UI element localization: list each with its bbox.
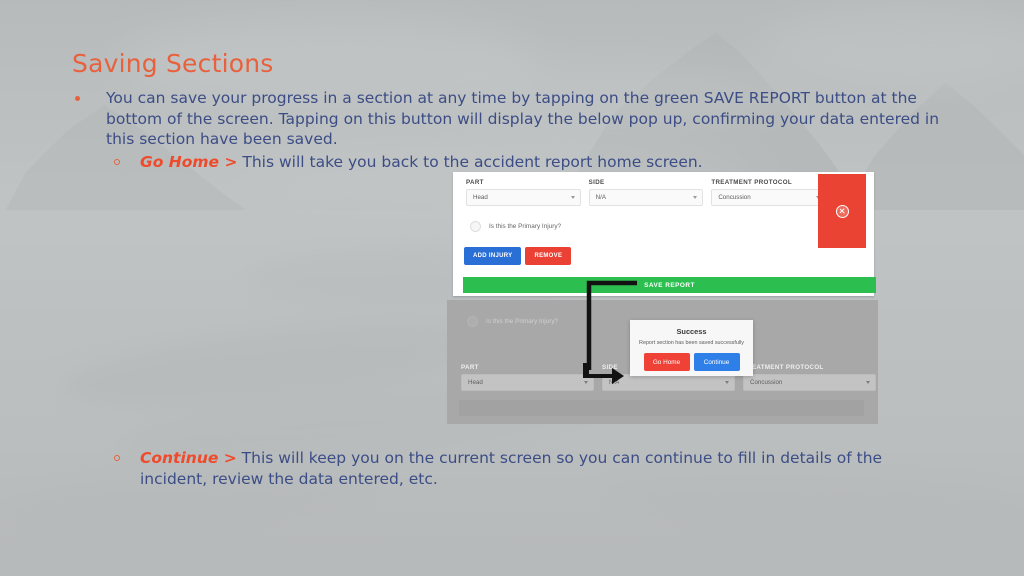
injury-action-buttons: ADD INJURY REMOVE [464, 247, 572, 265]
primary-injury-checkbox-row[interactable]: Is this the Primary Injury? [470, 221, 561, 232]
chevron-down-icon [693, 196, 698, 199]
field-label: TREATMENT PROTOCOL [711, 179, 793, 186]
side-select[interactable]: N/A [588, 189, 704, 206]
continue-button[interactable]: Continue [693, 353, 740, 371]
bullet-text: This will keep you on the current screen… [140, 449, 883, 488]
bullet-dot-icon [75, 96, 80, 101]
checkbox-label: Is this the Primary Injury? [486, 318, 559, 325]
select-value: Concussion [750, 379, 783, 386]
part-select[interactable]: Head [461, 374, 594, 391]
field-side: SIDE N/A [588, 179, 704, 206]
chevron-down-icon [584, 381, 588, 384]
keyword-go-home: Go Home > [140, 152, 238, 171]
checkbox-icon[interactable] [467, 316, 478, 327]
delete-injury-panel[interactable] [818, 174, 866, 248]
treatment-protocol-select[interactable]: Concussion [743, 374, 876, 391]
success-modal: Success Report section has been saved su… [630, 320, 753, 376]
treatment-protocol-select[interactable]: Concussion [711, 189, 827, 206]
remove-button[interactable]: REMOVE [525, 247, 572, 265]
select-value: N/A [595, 194, 606, 201]
field-label: TREATMENT PROTOCOL [743, 364, 824, 371]
bullet-item-primary: You can save your progress in a section … [72, 88, 952, 150]
field-label: PART [461, 364, 479, 371]
bullet-item-continue: Continue > This will keep you on the cur… [72, 448, 932, 490]
slide-body-bottom: Continue > This will keep you on the cur… [72, 446, 932, 490]
top-form-card: PART Head SIDE N/A TREATMENT PROTOCOL Co… [453, 172, 876, 296]
select-value: Head [468, 379, 483, 386]
field-label: PART [466, 179, 484, 186]
chevron-down-icon [725, 381, 729, 384]
checkbox-icon[interactable] [470, 221, 481, 232]
select-value: Concussion [718, 194, 751, 201]
bullet-ring-icon [114, 158, 120, 165]
bullet-text: You can save your progress in a section … [106, 89, 940, 148]
side-select[interactable]: N/A [602, 374, 735, 391]
checkbox-label: Is this the Primary Injury? [489, 223, 562, 230]
bullet-ring-icon [114, 455, 120, 461]
part-select[interactable]: Head [466, 189, 581, 206]
embedded-app-screenshot: Is this the Primary Injury? PART Head SI… [447, 172, 878, 424]
bullet-item-go-home: Go Home > This will take you back to the… [72, 152, 952, 173]
presentation-slide: Saving Sections You can save your progre… [0, 0, 1024, 576]
bottom-field-part: PART Head [461, 364, 594, 391]
slide-title: Saving Sections [72, 49, 274, 78]
add-injury-button[interactable]: ADD INJURY [464, 247, 522, 265]
bottom-primary-injury-checkbox-row[interactable]: Is this the Primary Injury? [467, 316, 558, 327]
select-value: N/A [609, 379, 620, 386]
save-report-button[interactable]: SAVE REPORT [463, 277, 876, 293]
top-form-fields: PART Head SIDE N/A TREATMENT PROTOCOL Co… [466, 179, 827, 206]
bottom-form-footer-bar [459, 400, 864, 416]
go-home-button[interactable]: Go Home [643, 353, 690, 371]
keyword-continue: Continue > [140, 449, 237, 467]
chevron-down-icon [866, 381, 870, 384]
bottom-field-treatment-protocol: TREATMENT PROTOCOL Concussion [743, 364, 876, 391]
modal-message: Report section has been saved successful… [639, 340, 744, 346]
bullet-text: This will take you back to the accident … [237, 152, 703, 171]
select-value: Head [473, 194, 488, 201]
chevron-down-icon [570, 196, 575, 199]
close-circle-icon[interactable] [835, 204, 849, 218]
modal-actions: Go Home Continue [630, 353, 753, 371]
field-treatment-protocol: TREATMENT PROTOCOL Concussion [711, 179, 827, 206]
field-label: SIDE [588, 179, 605, 186]
field-part: PART Head [466, 179, 581, 206]
modal-title: Success [676, 327, 707, 336]
save-report-label: SAVE REPORT [644, 281, 695, 289]
slide-body: You can save your progress in a section … [72, 88, 952, 173]
